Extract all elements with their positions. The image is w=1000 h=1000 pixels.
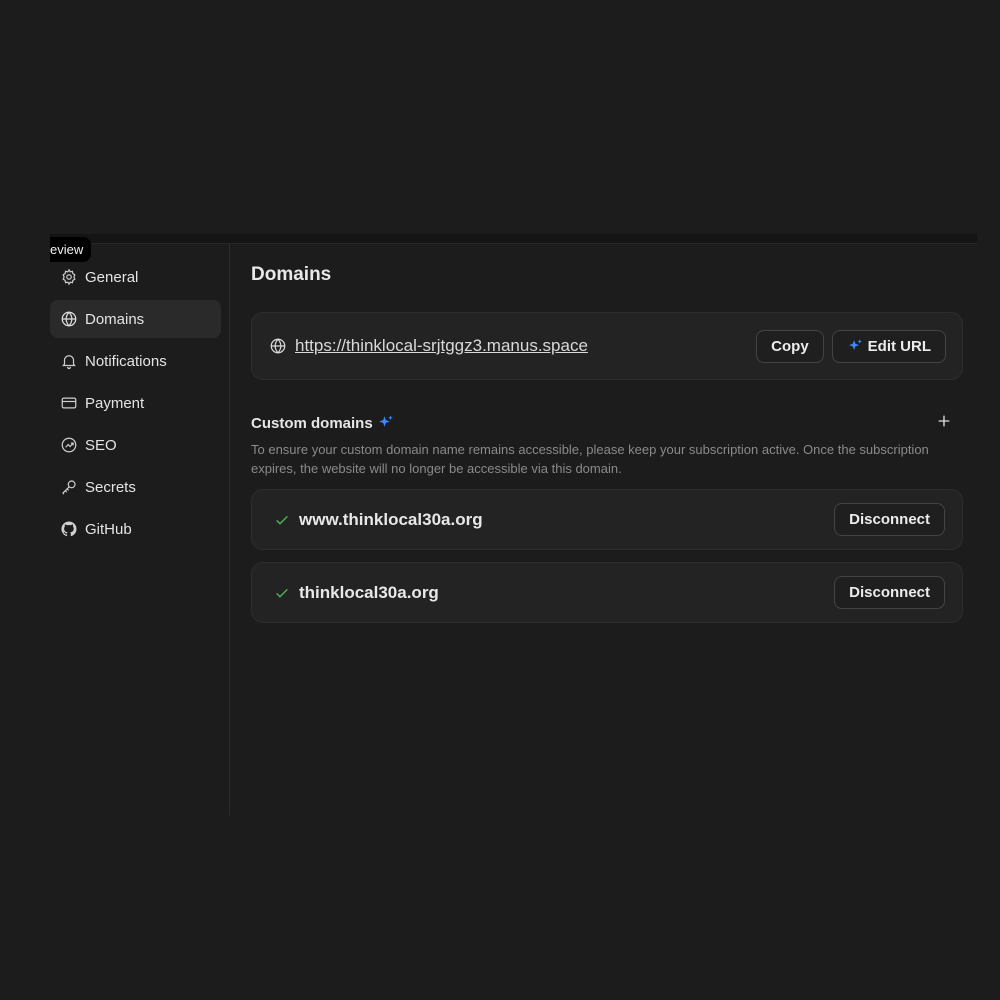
- sidebar-item-github[interactable]: GitHub: [50, 510, 221, 548]
- sidebar-item-secrets[interactable]: Secrets: [50, 468, 221, 506]
- custom-domains-title: Custom domains: [251, 414, 373, 432]
- sidebar-item-label: SEO: [85, 436, 117, 454]
- main-content: Domains https://thinklocal-srjtggz3.manu…: [251, 258, 963, 623]
- custom-domains-description: To ensure your custom domain name remain…: [251, 442, 929, 476]
- sidebar-item-label: Secrets: [85, 478, 136, 496]
- site-url-link[interactable]: https://thinklocal-srjtggz3.manus.space: [295, 336, 756, 356]
- bell-icon: [60, 352, 78, 370]
- sidebar-item-label: GitHub: [85, 520, 132, 538]
- sidebar: General Domains Notifications Payment SE…: [50, 258, 221, 552]
- sidebar-item-label: Payment: [85, 394, 145, 412]
- globe-icon: [269, 337, 287, 355]
- disconnect-button[interactable]: Disconnect: [834, 503, 945, 536]
- sidebar-item-seo[interactable]: SEO: [50, 426, 221, 464]
- sidebar-item-label: Domains: [85, 310, 145, 328]
- sidebar-item-payment[interactable]: Payment: [50, 384, 221, 422]
- domain-name: www.thinklocal30a.org: [299, 509, 483, 529]
- gear-icon: [60, 268, 78, 286]
- sidebar-item-notifications[interactable]: Notifications: [50, 342, 221, 380]
- edit-url-label: Edit URL: [867, 337, 931, 355]
- check-icon: [274, 585, 290, 601]
- sidebar-item-general[interactable]: General: [50, 258, 221, 296]
- globe-icon: [60, 310, 78, 328]
- key-icon: [60, 478, 78, 496]
- copy-button[interactable]: Copy: [756, 329, 824, 363]
- sidebar-item-label: General: [85, 268, 139, 286]
- sidebar-divider: [229, 243, 230, 815]
- top-bar: [50, 234, 977, 244]
- domain-name: thinklocal30a.org: [299, 582, 439, 602]
- custom-domains-header: Custom domains: [251, 412, 963, 434]
- plus-icon: [936, 413, 952, 434]
- sparkle-icon: [847, 338, 864, 355]
- page-title: Domains: [251, 264, 332, 285]
- sidebar-item-domains[interactable]: Domains: [50, 300, 221, 338]
- credit-card-icon: [60, 394, 78, 412]
- sidebar-item-label: Notifications: [85, 352, 167, 370]
- domain-row: www.thinklocal30a.org Disconnect: [251, 489, 963, 550]
- disconnect-button[interactable]: Disconnect: [834, 576, 945, 609]
- trend-chart-icon: [60, 436, 78, 454]
- url-card: https://thinklocal-srjtggz3.manus.space …: [251, 312, 963, 380]
- edit-url-button[interactable]: Edit URL: [831, 329, 946, 363]
- add-domain-button[interactable]: [933, 412, 955, 434]
- domain-row: thinklocal30a.org Disconnect: [251, 562, 963, 623]
- check-icon: [274, 512, 290, 528]
- sparkle-icon: [377, 414, 395, 432]
- github-icon: [60, 520, 78, 538]
